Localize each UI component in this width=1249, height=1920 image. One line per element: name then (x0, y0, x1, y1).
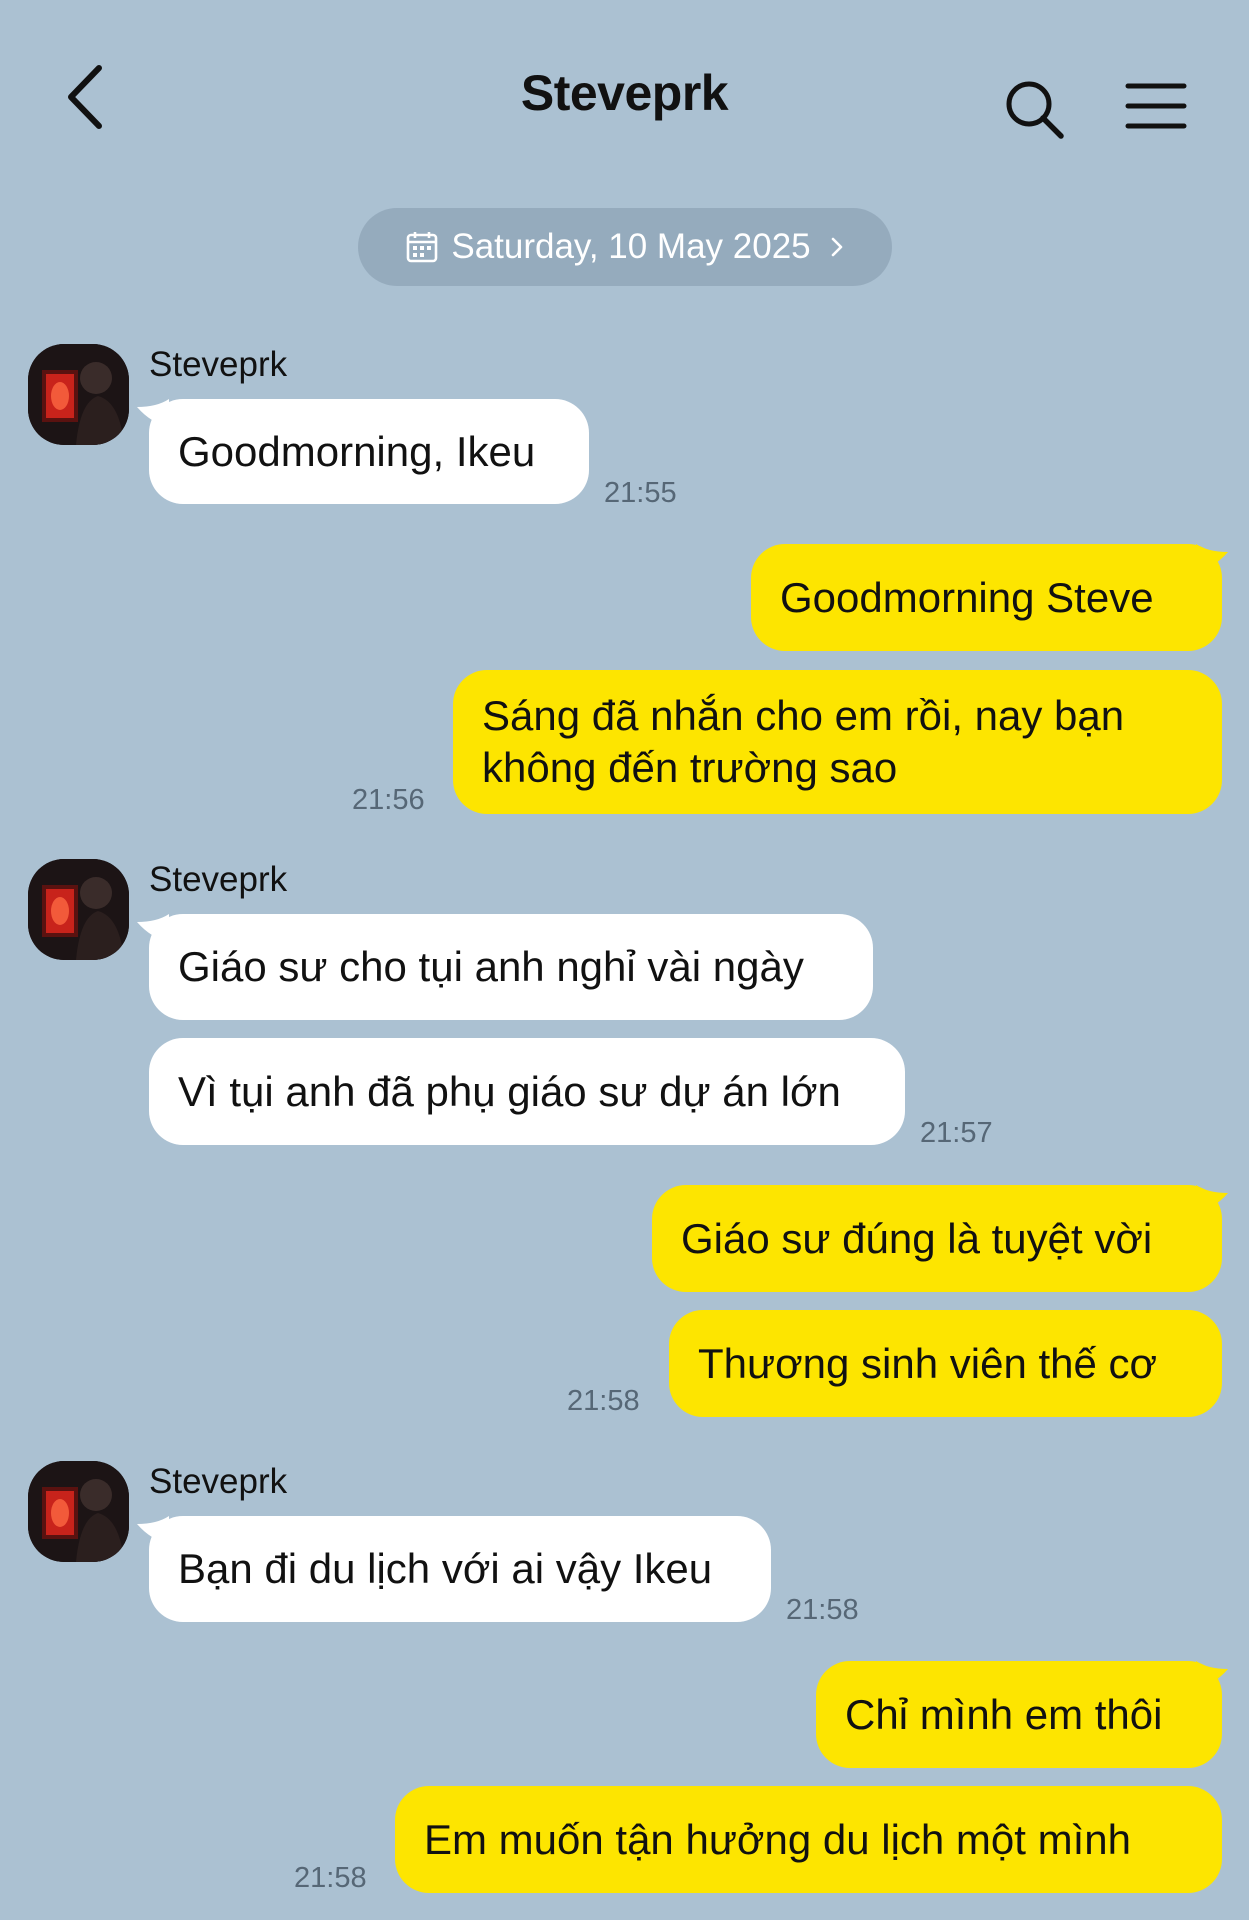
calendar-icon (407, 232, 438, 263)
date-separator[interactable]: Saturday, 10 May 2025 (358, 208, 892, 286)
message-bubble-incoming[interactable]: Giáo sư cho tụi anh nghỉ vài ngày (149, 914, 873, 1020)
avatar[interactable] (28, 859, 129, 960)
timestamp: 21:58 (567, 1385, 640, 1417)
message-bubble-incoming[interactable]: Goodmorning, Ikeu (149, 399, 589, 504)
chevron-left-icon (68, 65, 102, 129)
message-bubble-outgoing[interactable]: Goodmorning Steve (751, 544, 1222, 651)
message-text-line: Sáng đã nhắn cho em rồi, nay bạn (482, 692, 1125, 739)
bubble-tail (1196, 1185, 1228, 1213)
bubble-tail (1196, 1661, 1228, 1689)
message-bubble-incoming[interactable]: Vì tụi anh đã phụ giáo sư dự án lớn (149, 1038, 905, 1145)
search-icon (1006, 81, 1064, 139)
message-text: Giáo sư cho tụi anh nghỉ vài ngày (178, 943, 804, 990)
sender-name: Steveprk (149, 1462, 288, 1501)
message-bubble-outgoing[interactable]: Giáo sư đúng là tuyệt vời (652, 1185, 1222, 1292)
message-text: Giáo sư đúng là tuyệt vời (681, 1214, 1153, 1262)
message-text: Bạn đi du lịch với ai vậy Ikeu (178, 1545, 713, 1592)
message-bubble-outgoing[interactable]: Sáng đã nhắn cho em rồi, nay bạn không đ… (453, 670, 1222, 814)
chevron-right-icon (831, 237, 842, 257)
bubble-tail (1196, 544, 1228, 572)
search-button[interactable] (1003, 78, 1067, 142)
date-label: Saturday, 10 May 2025 (451, 227, 811, 266)
sender-name: Steveprk (149, 345, 288, 384)
sender-name: Steveprk (149, 860, 288, 899)
menu-button[interactable] (1125, 80, 1187, 132)
message-bubble-outgoing[interactable]: Chỉ mình em thôi (816, 1661, 1222, 1768)
message-text: Thương sinh viên thế cơ (698, 1339, 1158, 1387)
bubble-tail (137, 1516, 169, 1544)
contact-photo (28, 859, 129, 960)
bubble-tail (137, 399, 169, 427)
hamburger-menu-icon (1125, 83, 1187, 129)
bubble-tail (137, 914, 169, 942)
avatar[interactable] (28, 344, 129, 445)
timestamp: 21:55 (604, 477, 677, 509)
chat-screen: Steveprk Saturday, 10 May 2025 Steveprk … (0, 0, 1249, 1920)
message-text: Em muốn tận hưởng du lịch một mình (424, 1815, 1131, 1863)
message-bubble-outgoing[interactable]: Em muốn tận hưởng du lịch một mình (395, 1786, 1222, 1893)
message-text: Chỉ mình em thôi (845, 1690, 1163, 1738)
back-button[interactable] (55, 62, 115, 132)
avatar[interactable] (28, 1461, 129, 1562)
chat-header: Steveprk (0, 0, 1249, 190)
timestamp: 21:57 (920, 1117, 993, 1149)
message-text: Goodmorning, Ikeu (178, 427, 536, 475)
message-text: Goodmorning Steve (780, 573, 1154, 621)
contact-photo (28, 1461, 129, 1562)
message-bubble-incoming[interactable]: Bạn đi du lịch với ai vậy Ikeu (149, 1516, 771, 1622)
timestamp: 21:56 (352, 784, 425, 816)
message-text: Vì tụi anh đã phụ giáo sư dự án lớn (178, 1067, 841, 1115)
message-bubble-outgoing[interactable]: Thương sinh viên thế cơ (669, 1310, 1222, 1417)
timestamp: 21:58 (786, 1594, 859, 1626)
contact-photo (28, 344, 129, 445)
timestamp: 21:58 (294, 1862, 367, 1894)
message-text-line: không đến trường sao (482, 744, 898, 791)
